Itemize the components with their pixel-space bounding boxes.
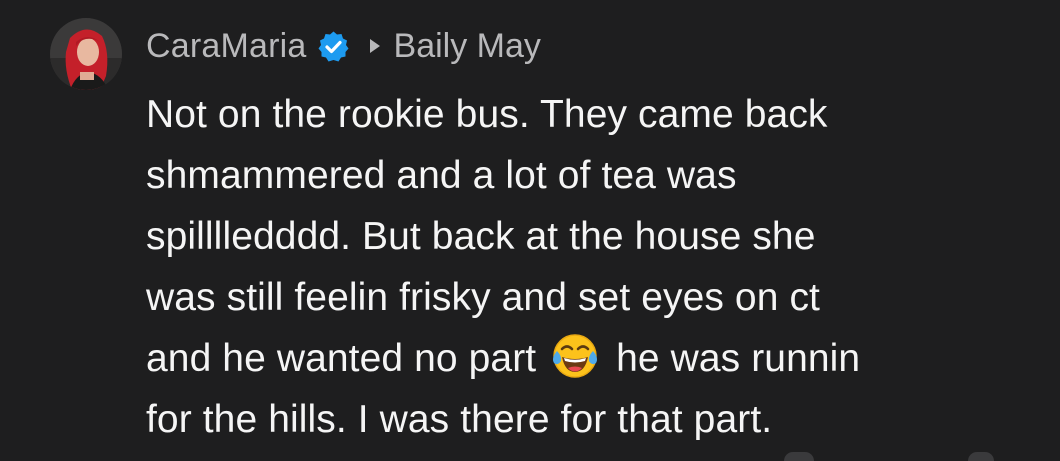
avatar[interactable] [50, 18, 122, 90]
comment-body: Not on the rookie bus. They came back sh… [146, 84, 1036, 450]
face-with-tears-of-joy-emoji-icon [551, 332, 599, 380]
comment: CaraMaria Baily May Not on the rookie bu… [0, 0, 1060, 461]
comment-header: CaraMaria Baily May [146, 24, 541, 68]
comment-line: was still feelin frisky and set eyes on … [146, 276, 820, 319]
comment-line: Not on the rookie bus. They came back [146, 93, 828, 136]
user-avatar-icon [50, 18, 122, 90]
replied-to-name[interactable]: Baily May [394, 27, 541, 66]
comment-line: for the hills. I was there for that part… [146, 398, 773, 441]
more-icon[interactable] [968, 452, 994, 461]
author-name[interactable]: CaraMaria [146, 27, 307, 66]
reaction-icon[interactable] [784, 452, 814, 461]
comment-text-segment: and he wanted no part [146, 337, 548, 380]
comment-line: shmammered and a lot of tea was [146, 154, 737, 197]
comment-text-segment: he was runnin [605, 337, 861, 380]
comment-line-with-emoji: and he wanted no part he was runnin [146, 328, 1036, 389]
comment-line: spilllledddd. But back at the house she [146, 215, 816, 258]
reply-triangle-icon [368, 37, 382, 55]
verified-badge-icon [317, 30, 350, 63]
